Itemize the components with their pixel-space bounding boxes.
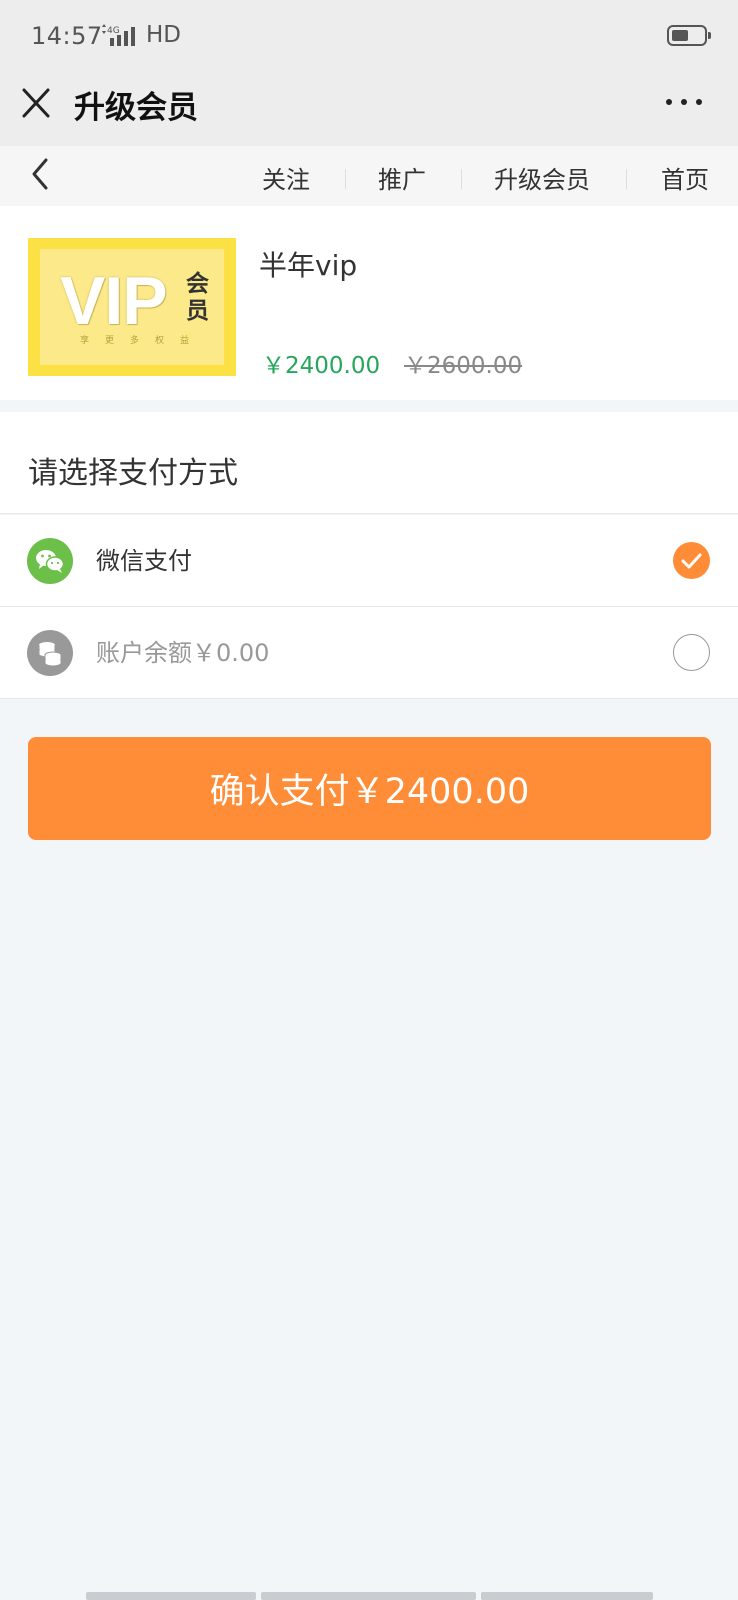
status-time: 14:57 <box>31 22 103 50</box>
more-icon[interactable] <box>664 90 704 114</box>
radio-unselected-icon[interactable] <box>673 634 710 671</box>
product-name: 半年vip <box>259 249 358 282</box>
nav-item-follow[interactable]: 关注 <box>262 160 310 195</box>
network-label: 4G <box>107 26 120 36</box>
check-selected-icon[interactable] <box>673 542 710 579</box>
vip-member-text: 会员 <box>186 271 209 324</box>
hd-indicator: HD <box>146 22 182 48</box>
bottom-indicator <box>0 1592 738 1600</box>
vip-card-image: VIP 会员 享更多权益 <box>28 238 236 376</box>
nav-divider <box>345 169 346 189</box>
signal-icon: 4G <box>102 24 135 46</box>
close-icon[interactable] <box>20 86 52 120</box>
nav-item-promote[interactable]: 推广 <box>378 160 426 195</box>
payment-option-balance[interactable]: 账户余额￥0.00 <box>0 607 738 699</box>
product-original-price: ￥2600.00 <box>404 353 523 379</box>
payment-section-header: 请选择支付方式 <box>0 412 738 514</box>
payment-heading: 请选择支付方式 <box>28 456 238 491</box>
battery-icon <box>667 25 711 46</box>
product-price: ￥2400.00 <box>262 353 381 379</box>
back-arrow-icon[interactable] <box>26 156 56 192</box>
vip-logo-text: VIP <box>60 263 168 339</box>
payment-label-balance: 账户余额￥0.00 <box>96 639 270 667</box>
nav-item-upgrade[interactable]: 升级会员 <box>494 160 590 195</box>
product-card: VIP 会员 享更多权益 半年vip ￥2400.00 ￥2600.00 <box>0 206 738 400</box>
coins-icon <box>27 630 73 676</box>
nav-divider <box>626 169 627 189</box>
title-bar: 升级会员 <box>0 70 738 146</box>
confirm-pay-button[interactable]: 确认支付￥2400.00 <box>28 737 711 840</box>
nav-divider <box>461 169 462 189</box>
wechat-icon <box>27 538 73 584</box>
nav-bar: 关注 推广 升级会员 首页 <box>0 146 738 206</box>
payment-option-wechat[interactable]: 微信支付 <box>0 515 738 607</box>
battery-level <box>672 30 688 41</box>
page-title: 升级会员 <box>74 90 198 126</box>
payment-label-wechat: 微信支付 <box>96 547 192 575</box>
status-bar: 14:57 4G HD <box>0 0 738 70</box>
nav-item-home[interactable]: 首页 <box>661 160 709 195</box>
vip-card-inner: VIP 会员 享更多权益 <box>40 249 224 365</box>
vip-sub-text: 享更多权益 <box>80 336 206 346</box>
